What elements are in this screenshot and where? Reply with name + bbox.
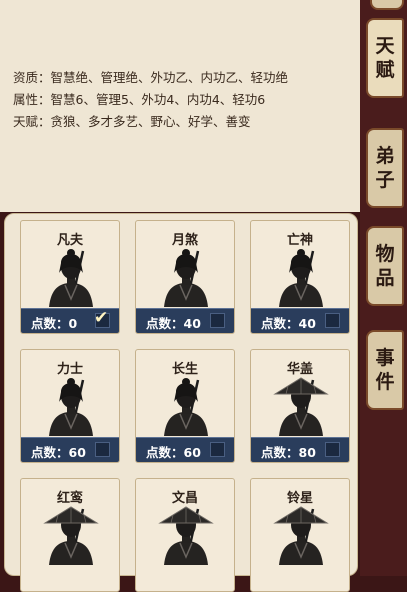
points-label: 点数：40 <box>146 316 201 331</box>
select-checkbox[interactable] <box>325 442 340 457</box>
hatted-figure-portrait <box>273 377 329 436</box>
talent-card[interactable]: 铃星 <box>250 478 350 592</box>
talent-card-grid: 凡夫 点数：0 ✔ 月煞 点数：40 亡神 点数：40 力士 点数：60 长生 点数：60 华盖 点数：… <box>4 213 358 592</box>
talent-card[interactable]: 文昌 <box>135 478 235 592</box>
select-checkbox[interactable] <box>95 442 110 457</box>
talent-card[interactable]: 红鸾 <box>20 478 120 592</box>
points-bar: 点数：60 <box>136 437 234 462</box>
figure-portrait <box>49 378 93 436</box>
points-label: 点数：80 <box>261 445 316 460</box>
talent-card[interactable]: 亡神 点数：40 <box>250 220 350 334</box>
tab-disciple-char-2: 子 <box>375 169 395 191</box>
select-checkbox[interactable] <box>325 313 340 328</box>
points-label: 点数：60 <box>31 445 86 460</box>
select-checkbox[interactable]: ✔ <box>94 308 110 328</box>
tab-events[interactable]: 事 件 <box>366 330 404 410</box>
figure-portrait <box>49 249 93 307</box>
tab-events-char-1: 事 <box>375 347 395 369</box>
hatted-figure-portrait <box>158 506 214 565</box>
points-bar: 点数：0 ✔ <box>21 308 119 333</box>
points-bar: 点数：40 <box>136 308 234 333</box>
tab-items[interactable]: 物 品 <box>366 226 404 306</box>
figure-portrait <box>164 249 208 307</box>
figure-portrait <box>164 378 208 436</box>
select-checkbox[interactable] <box>210 313 225 328</box>
points-label: 点数：60 <box>146 445 201 460</box>
tab-talent-char-1: 天 <box>375 35 395 57</box>
points-bar: 点数：40 <box>251 308 349 333</box>
tab-items-char-2: 品 <box>375 267 395 289</box>
checkmark-icon: ✔ <box>94 308 109 328</box>
points-bar: 点数：60 <box>21 437 119 462</box>
talent-card[interactable]: 华盖 点数：80 <box>250 349 350 463</box>
talent-card[interactable]: 月煞 点数：40 <box>135 220 235 334</box>
points-label: 点数：40 <box>261 316 316 331</box>
tab-talent-char-2: 赋 <box>375 59 395 81</box>
hatted-figure-portrait <box>43 506 99 565</box>
points-label: 点数：0 <box>31 316 78 331</box>
side-top-knob <box>370 0 404 10</box>
tab-disciple[interactable]: 弟 子 <box>366 128 404 208</box>
hatted-figure-portrait <box>273 506 329 565</box>
aptitude-line: 资质：智慧绝、管理绝、外功乙、内功乙、轻功绝 <box>13 70 289 85</box>
tab-items-char-1: 物 <box>375 243 395 265</box>
info-lines: 资质：智慧绝、管理绝、外功乙、内功乙、轻功绝 属性：智慧6、管理5、外功4、内功… <box>13 67 288 133</box>
info-panel: 资质：智慧绝、管理绝、外功乙、内功乙、轻功绝 属性：智慧6、管理5、外功4、内功… <box>0 0 362 212</box>
figure-portrait <box>279 249 323 307</box>
select-checkbox[interactable] <box>210 442 225 457</box>
talent-card[interactable]: 力士 点数：60 <box>20 349 120 463</box>
talent-card[interactable]: 长生 点数：60 <box>135 349 235 463</box>
points-bar: 点数：80 <box>251 437 349 462</box>
talents-line: 天赋：贪狼、多才多艺、野心、好学、善变 <box>13 114 251 129</box>
tab-events-char-2: 件 <box>375 371 395 393</box>
tab-disciple-char-1: 弟 <box>375 145 395 167</box>
attributes-line: 属性：智慧6、管理5、外功4、内功4、轻功6 <box>13 92 266 107</box>
tab-talent[interactable]: 天 赋 <box>366 18 404 98</box>
side-tab-bar: 天 赋 弟 子 物 品 事 件 <box>360 0 407 576</box>
talent-card[interactable]: 凡夫 点数：0 ✔ <box>20 220 120 334</box>
